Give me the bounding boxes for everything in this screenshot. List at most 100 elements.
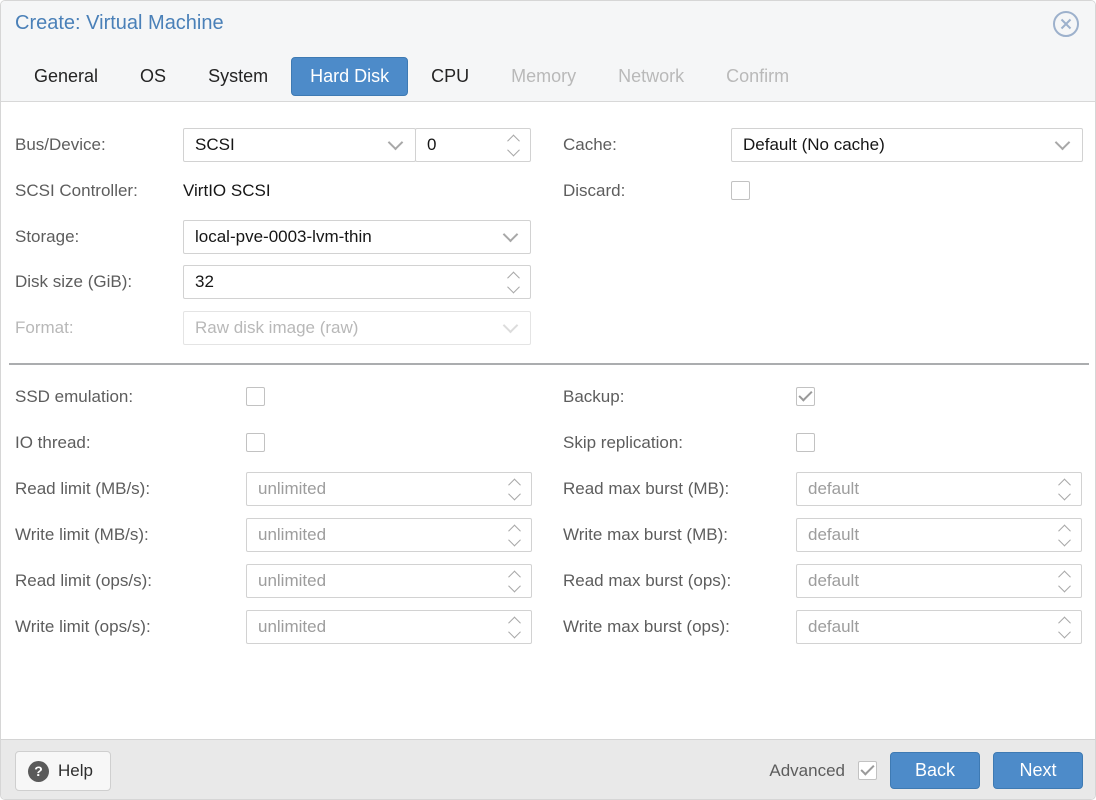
- row-read-limit-ops: Read limit (ops/s): Read max burst (ops)…: [1, 564, 1095, 598]
- read-burst-mb-input[interactable]: [797, 474, 1052, 504]
- chevron-down-icon: [502, 226, 519, 243]
- bus-number-spinner[interactable]: [415, 128, 531, 162]
- tab-cpu[interactable]: CPU: [412, 57, 488, 96]
- skip-replication-checkbox[interactable]: [796, 433, 815, 452]
- read-burst-ops-label: Read max burst (ops):: [563, 571, 732, 590]
- tab-os[interactable]: OS: [121, 57, 185, 96]
- dialog-footer: ? Help Advanced Back Next: [1, 739, 1095, 799]
- spinner-arrows-icon[interactable]: [508, 524, 521, 546]
- write-limit-ops-spinner[interactable]: [246, 610, 532, 644]
- write-burst-mb-spinner[interactable]: [796, 518, 1082, 552]
- advanced-label: Advanced: [769, 760, 845, 780]
- read-burst-ops-input[interactable]: [797, 566, 1052, 596]
- row-write-limit-ops: Write limit (ops/s): Write max burst (op…: [1, 610, 1095, 644]
- io-thread-label: IO thread:: [15, 433, 91, 452]
- disk-size-label: Disk size (GiB):: [15, 272, 133, 291]
- row-storage: Storage: local-pve-0003-lvm-thin: [1, 220, 1095, 254]
- read-limit-ops-input[interactable]: [247, 566, 502, 596]
- row-ssd-backup: SSD emulation: Backup:: [1, 380, 1095, 414]
- cache-label: Cache:: [563, 135, 617, 154]
- row-disk-size: Disk size (GiB):: [1, 265, 1095, 299]
- ssd-emulation-checkbox[interactable]: [246, 387, 265, 406]
- row-iothread-skiprepl: IO thread: Skip replication:: [1, 426, 1095, 460]
- write-limit-mb-label: Write limit (MB/s):: [15, 525, 149, 544]
- read-limit-mb-spinner[interactable]: [246, 472, 532, 506]
- write-burst-mb-input[interactable]: [797, 520, 1052, 550]
- back-button[interactable]: Back: [890, 752, 980, 789]
- bus-device-label: Bus/Device:: [15, 135, 106, 154]
- write-limit-mb-spinner[interactable]: [246, 518, 532, 552]
- read-limit-mb-input[interactable]: [247, 474, 502, 504]
- read-burst-mb-label: Read max burst (MB):: [563, 479, 730, 498]
- close-icon[interactable]: [1052, 10, 1080, 38]
- write-burst-ops-input[interactable]: [797, 612, 1052, 642]
- row-write-limit-mb: Write limit (MB/s): Write max burst (MB)…: [1, 518, 1095, 552]
- tab-bar: General OS System Hard Disk CPU Memory N…: [15, 57, 808, 96]
- tab-memory: Memory: [511, 66, 577, 86]
- write-burst-mb-label: Write max burst (MB):: [563, 525, 728, 544]
- check-icon: [798, 387, 813, 402]
- read-limit-ops-spinner[interactable]: [246, 564, 532, 598]
- backup-label: Backup:: [563, 387, 625, 406]
- disk-size-spinner[interactable]: [183, 265, 531, 299]
- discard-label: Discard:: [563, 181, 626, 200]
- tab-hard-disk[interactable]: Hard Disk: [291, 57, 409, 96]
- row-scsi-controller: SCSI Controller: VirtIO SCSI Discard:: [1, 174, 1095, 208]
- skip-replication-label: Skip replication:: [563, 433, 684, 452]
- write-limit-ops-input[interactable]: [247, 612, 502, 642]
- tab-system[interactable]: System: [189, 57, 287, 96]
- tab-confirm: Confirm: [726, 66, 790, 86]
- discard-checkbox[interactable]: [731, 181, 750, 200]
- write-limit-mb-input[interactable]: [247, 520, 502, 550]
- spinner-arrows-icon[interactable]: [1058, 570, 1071, 592]
- ssd-emulation-label: SSD emulation:: [15, 387, 134, 406]
- footer-actions: Advanced Back Next: [769, 752, 1083, 789]
- create-vm-dialog: Create: Virtual Machine General OS Syste…: [0, 0, 1096, 800]
- chevron-down-icon: [387, 134, 404, 151]
- scsi-controller-value: VirtIO SCSI: [183, 181, 271, 200]
- backup-checkbox[interactable]: [796, 387, 815, 406]
- check-icon: [860, 761, 875, 776]
- tab-network: Network: [618, 66, 685, 86]
- help-icon: ?: [28, 760, 49, 782]
- write-burst-ops-label: Write max burst (ops):: [563, 617, 730, 636]
- io-thread-checkbox[interactable]: [246, 433, 265, 452]
- spinner-arrows-icon[interactable]: [508, 570, 521, 592]
- write-limit-ops-label: Write limit (ops/s):: [15, 617, 151, 636]
- chevron-down-icon: [502, 317, 519, 334]
- dialog-header: Create: Virtual Machine General OS Syste…: [1, 1, 1095, 102]
- cache-select[interactable]: Default (No cache): [731, 128, 1083, 162]
- spinner-arrows-icon[interactable]: [507, 271, 520, 293]
- bus-number-input[interactable]: [416, 130, 501, 160]
- read-burst-mb-spinner[interactable]: [796, 472, 1082, 506]
- storage-select[interactable]: local-pve-0003-lvm-thin: [183, 220, 531, 254]
- read-limit-ops-label: Read limit (ops/s):: [15, 571, 152, 590]
- format-label: Format:: [15, 318, 74, 337]
- storage-label: Storage:: [15, 227, 80, 246]
- spinner-arrows-icon[interactable]: [1058, 616, 1071, 638]
- chevron-down-icon: [1054, 134, 1071, 151]
- row-read-limit-mb: Read limit (MB/s): Read max burst (MB):: [1, 472, 1095, 506]
- advanced-checkbox[interactable]: [858, 761, 877, 780]
- spinner-arrows-icon[interactable]: [508, 478, 521, 500]
- help-button-label: Help: [58, 761, 93, 780]
- scsi-controller-label: SCSI Controller:: [15, 181, 138, 200]
- write-burst-ops-spinner[interactable]: [796, 610, 1082, 644]
- section-separator: [9, 363, 1089, 365]
- format-select: Raw disk image (raw): [183, 311, 531, 345]
- bus-type-select[interactable]: SCSI: [183, 128, 416, 162]
- help-button[interactable]: ? Help: [15, 751, 111, 791]
- next-button[interactable]: Next: [993, 752, 1083, 789]
- spinner-arrows-icon[interactable]: [1058, 524, 1071, 546]
- row-bus-device: Bus/Device: SCSI Cache: Default (No cach…: [1, 128, 1095, 162]
- spinner-arrows-icon[interactable]: [507, 134, 520, 156]
- spinner-arrows-icon[interactable]: [508, 616, 521, 638]
- read-burst-ops-spinner[interactable]: [796, 564, 1082, 598]
- dialog-title: Create: Virtual Machine: [15, 12, 224, 34]
- spinner-arrows-icon[interactable]: [1058, 478, 1071, 500]
- read-limit-mb-label: Read limit (MB/s):: [15, 479, 151, 498]
- tab-general[interactable]: General: [15, 57, 117, 96]
- row-format: Format: Raw disk image (raw): [1, 311, 1095, 345]
- hard-disk-form: Bus/Device: SCSI Cache: Default (No cach…: [1, 102, 1095, 739]
- disk-size-input[interactable]: [184, 267, 501, 297]
